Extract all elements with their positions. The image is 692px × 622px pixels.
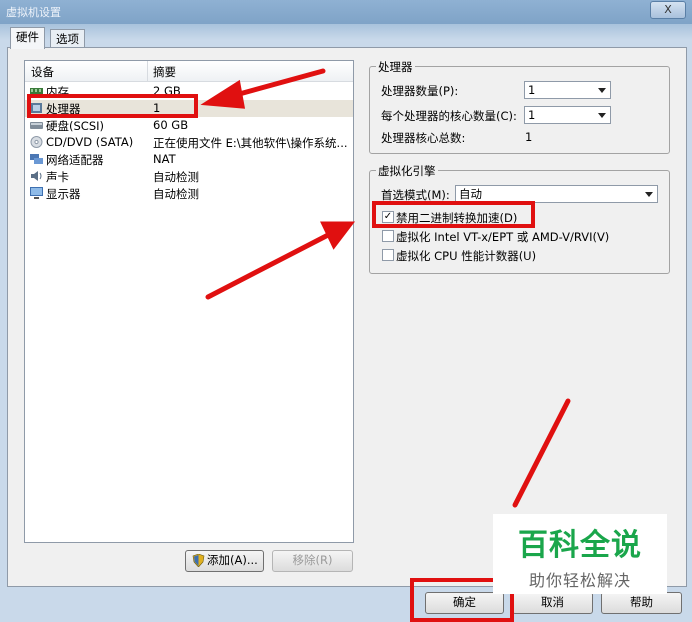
shield-icon: [192, 554, 205, 567]
remove-device-button[interactable]: 移除(R): [272, 550, 353, 572]
cd-dvd-icon: [30, 136, 43, 148]
processor-count-label: 处理器数量(P):: [381, 84, 459, 98]
device-name: 网络适配器: [46, 153, 104, 167]
processor-group: 处理器 处理器数量(P): 1 每个处理器的核心数量(C): 1 处理器核心总数…: [369, 59, 670, 154]
checkbox-icon: [382, 249, 394, 261]
processor-icon: [31, 103, 42, 113]
checkbox-icon: [382, 230, 394, 242]
device-name: 硬盘(SCSI): [46, 119, 104, 133]
device-summary: 正在使用文件 E:\其他软件\操作系统...: [153, 136, 348, 150]
watermark-title: 百科全说: [518, 528, 642, 563]
preferred-mode-label: 首选模式(M):: [381, 188, 450, 202]
watermark-subtitle: 助你轻松解决: [528, 571, 631, 590]
processor-group-title: 处理器: [376, 59, 415, 75]
title-bar: 虚拟机设置 X: [0, 0, 692, 22]
device-row-display[interactable]: 显示器 自动检测: [25, 185, 353, 202]
processor-count-select[interactable]: 1: [524, 81, 611, 99]
device-list: 设备 摘要 内存 2 GB 处理器 1 硬盘(SCSI) 60 GB CD/DV…: [24, 60, 354, 543]
device-row-cd-dvd[interactable]: CD/DVD (SATA) 正在使用文件 E:\其他软件\操作系统...: [25, 134, 353, 151]
checkbox-label: 禁用二进制转换加速(D): [396, 211, 518, 225]
virtualize-cpu-counters-checkbox[interactable]: 虚拟化 CPU 性能计数器(U): [382, 248, 652, 263]
device-name: 显示器: [46, 187, 81, 201]
device-row-processor[interactable]: 处理器 1: [25, 100, 353, 117]
watermark-badge: 百科全说 助你轻松解决: [493, 514, 667, 594]
device-row-memory[interactable]: 内存 2 GB: [25, 83, 353, 100]
device-summary: 60 GB: [153, 118, 189, 132]
cores-per-processor-select[interactable]: 1: [524, 106, 611, 124]
device-name: 内存: [46, 85, 69, 99]
total-cores-label: 处理器核心总数:: [381, 131, 466, 145]
hardware-panel: 设备 摘要 内存 2 GB 处理器 1 硬盘(SCSI) 60 GB CD/DV…: [7, 47, 687, 587]
device-name: 处理器: [46, 102, 81, 116]
device-row-hard-disk[interactable]: 硬盘(SCSI) 60 GB: [25, 117, 353, 134]
cores-per-processor-value: 1: [528, 108, 536, 122]
virtualization-group: 虚拟化引擎 首选模式(M): 自动 ✓ 禁用二进制转换加速(D) 虚拟化 Int…: [369, 163, 670, 274]
device-summary: 1: [153, 101, 161, 115]
device-summary: 2 GB: [153, 84, 181, 98]
window-title: 虚拟机设置: [6, 6, 61, 19]
device-name: 声卡: [46, 170, 69, 184]
hard-disk-icon: [30, 122, 43, 129]
device-row-sound-card[interactable]: 声卡 自动检测: [25, 168, 353, 185]
chevron-down-icon: [598, 113, 606, 118]
checkbox-label: 虚拟化 CPU 性能计数器(U): [396, 249, 537, 263]
preferred-mode-select[interactable]: 自动: [455, 185, 658, 203]
virtualization-group-title: 虚拟化引擎: [376, 163, 438, 179]
tab-hardware[interactable]: 硬件: [10, 27, 45, 49]
display-icon: [30, 187, 43, 199]
ok-button[interactable]: 确定: [425, 592, 504, 614]
column-device[interactable]: 设备: [31, 64, 54, 80]
preferred-mode-value: 自动: [459, 187, 482, 201]
total-cores-value: 1: [525, 130, 533, 144]
column-separator[interactable]: [147, 61, 148, 81]
device-summary: 自动检测: [153, 170, 199, 184]
column-summary[interactable]: 摘要: [153, 64, 176, 80]
disable-binary-translation-checkbox[interactable]: ✓ 禁用二进制转换加速(D): [382, 210, 652, 225]
processor-count-value: 1: [528, 83, 536, 97]
checkbox-checked-icon: ✓: [382, 211, 394, 223]
device-row-network-adapter[interactable]: 网络适配器 NAT: [25, 151, 353, 168]
sound-card-icon: [31, 171, 42, 181]
device-name: CD/DVD (SATA): [46, 135, 134, 149]
device-summary: NAT: [153, 152, 176, 166]
cores-per-processor-label: 每个处理器的核心数量(C):: [381, 109, 517, 123]
help-button[interactable]: 帮助: [601, 592, 682, 614]
add-button-label: 添加(A)...: [207, 553, 258, 567]
cancel-button[interactable]: 取消: [512, 592, 593, 614]
chevron-down-icon: [598, 88, 606, 93]
device-list-header: 设备 摘要: [25, 61, 353, 82]
chevron-down-icon: [645, 192, 653, 197]
network-adapter-icon: [30, 154, 43, 164]
add-device-button[interactable]: 添加(A)...: [185, 550, 264, 572]
memory-icon: [30, 88, 43, 95]
virtualize-vtx-checkbox[interactable]: 虚拟化 Intel VT-x/EPT 或 AMD-V/RVI(V): [382, 229, 652, 244]
device-summary: 自动检测: [153, 187, 199, 201]
checkbox-label: 虚拟化 Intel VT-x/EPT 或 AMD-V/RVI(V): [396, 230, 610, 244]
close-button[interactable]: X: [650, 1, 686, 19]
tab-options[interactable]: 选项: [50, 29, 85, 48]
